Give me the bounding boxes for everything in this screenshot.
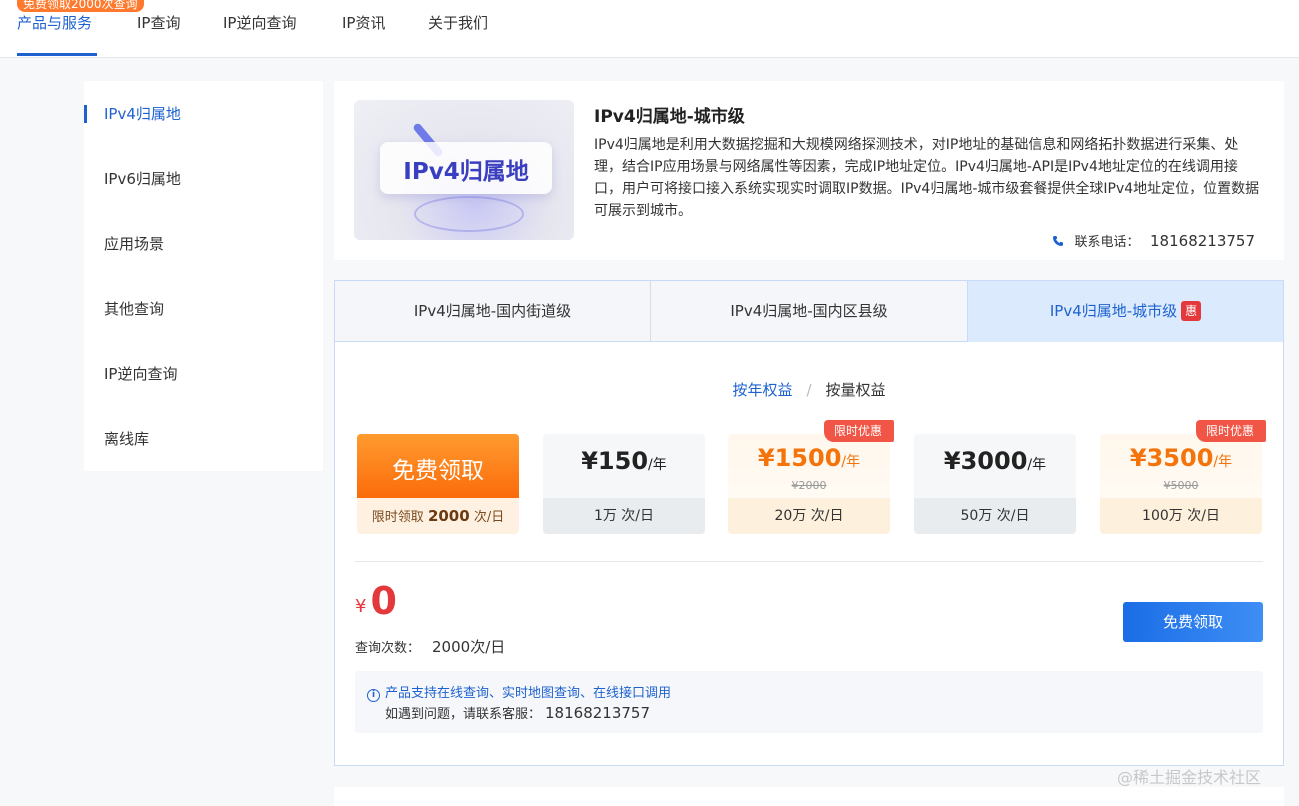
free-note-prefix: 限时领取 <box>371 510 424 525</box>
pricing-panel: IPv4归属地-国内街道级 IPv4归属地-国内区县级 IPv4归属地-城市级惠… <box>334 280 1284 766</box>
image-title: IPv4归属地 <box>403 159 529 185</box>
package-free[interactable]: 免费领取 限时领取 2000 次/日 <box>357 434 519 534</box>
tab-label: IPv4归属地-国内区县级 <box>730 302 888 320</box>
package-quota: 50万 次/日 <box>914 498 1076 534</box>
billing-by-quantity[interactable]: 按量权益 <box>826 381 886 399</box>
contact-phone: 联系电话： 18168213757 <box>1052 231 1255 250</box>
price-value: ¥3500 <box>1129 444 1214 472</box>
query-count-label: 查询次数： <box>355 641 421 656</box>
original-price: ¥2000 <box>791 479 827 492</box>
nav-ip-query[interactable]: IP查询 <box>137 12 180 33</box>
package-top: ¥3000/年 <box>914 434 1076 498</box>
sidebar-item-ipv6[interactable]: IPv6归属地 <box>104 168 181 189</box>
package-quota: 限时领取 2000 次/日 <box>357 498 519 534</box>
support-contact: 如遇到问题，请联系客服： 18168213757 <box>385 703 650 722</box>
nav-products[interactable]: 产品与服务 <box>17 12 92 33</box>
divider <box>355 561 1263 562</box>
price-unit: /年 <box>841 454 861 470</box>
package-top: ¥150/年 <box>543 434 705 498</box>
currency-symbol: ¥ <box>355 596 367 617</box>
package-price: ¥3500/年 <box>1100 444 1262 472</box>
product-card: IPv4归属地 IPv4归属地-城市级 IPv4归属地是利用大数据挖掘和大规模网… <box>334 81 1284 260</box>
package-top: 免费领取 <box>357 434 519 498</box>
product-tabs: IPv4归属地-国内街道级 IPv4归属地-国内区县级 IPv4归属地-城市级惠 <box>335 281 1283 342</box>
nav-active-underline <box>17 53 97 56</box>
phone-icon <box>1053 236 1064 246</box>
billing-by-year[interactable]: 按年权益 <box>732 381 792 399</box>
product-title: IPv4归属地-城市级 <box>594 107 745 127</box>
tab-county-level[interactable]: IPv4归属地-国内区县级 <box>651 281 968 342</box>
sidebar: IPv4归属地 IPv6归属地 应用场景 其他查询 IP逆向查询 离线库 <box>84 81 323 471</box>
limited-offer-ribbon: 限时优惠 <box>1195 420 1266 442</box>
contact-label: 联系电话： <box>1074 235 1140 250</box>
watermark: @稀土掘金技术社区 <box>1117 768 1262 787</box>
notice-text: 产品支持在线查询、实时地图查询、在线接口调用 <box>385 686 672 701</box>
package-top: ¥3500/年 ¥5000 <box>1100 434 1262 498</box>
contact-number: 18168213757 <box>1150 232 1255 250</box>
price-value: ¥150 <box>581 447 649 475</box>
nav-about-us[interactable]: 关于我们 <box>428 12 488 33</box>
package-top: ¥1500/年 ¥2000 <box>728 434 890 498</box>
tab-label: IPv4归属地-城市级 <box>1049 302 1178 320</box>
package-quota: 20万 次/日 <box>728 498 890 534</box>
price-unit: /年 <box>648 457 667 473</box>
free-note-suffix: 次/日 <box>473 510 505 525</box>
price-value: ¥1500 <box>757 444 842 472</box>
package-quota: 1万 次/日 <box>543 498 705 534</box>
discount-badge: 惠 <box>1181 301 1202 321</box>
sidebar-item-ipv4[interactable]: IPv4归属地 <box>104 103 181 124</box>
free-claim-button[interactable]: 免费领取 <box>1123 602 1263 642</box>
price-unit: /年 <box>1027 457 1047 473</box>
sidebar-item-other-query[interactable]: 其他查询 <box>104 298 164 319</box>
notice-box: i 产品支持在线查询、实时地图查询、在线接口调用 如遇到问题，请联系客服： 1816… <box>355 671 1263 733</box>
free-note-value: 2000 <box>427 507 470 525</box>
package-price: ¥150/年 <box>543 447 705 475</box>
price-value: ¥3000 <box>943 447 1028 475</box>
total-price: ¥0 <box>355 579 397 623</box>
promo-badge: 免费领取2000次查询 <box>17 0 144 12</box>
image-plate: IPv4归属地 <box>380 142 552 194</box>
package-free-title: 免费领取 <box>392 458 484 484</box>
nav-ip-reverse-query[interactable]: IP逆向查询 <box>223 12 296 33</box>
query-count-value: 2000次/日 <box>432 638 506 656</box>
sidebar-item-offline-db[interactable]: 离线库 <box>104 428 149 449</box>
sidebar-active-marker <box>84 105 87 123</box>
next-section-card <box>334 787 1284 806</box>
tab-street-level[interactable]: IPv4归属地-国内街道级 <box>335 281 651 342</box>
tab-city-level[interactable]: IPv4归属地-城市级惠 <box>968 281 1283 342</box>
package-quota: 100万 次/日 <box>1100 498 1262 534</box>
original-price: ¥5000 <box>1163 479 1199 492</box>
product-image: IPv4归属地 <box>354 100 574 240</box>
info-icon: i <box>367 689 380 702</box>
top-nav: 免费领取2000次查询 产品与服务 IP查询 IP逆向查询 IP资讯 关于我们 <box>0 0 1299 58</box>
sidebar-item-ip-reverse[interactable]: IP逆向查询 <box>104 363 177 384</box>
package-1500[interactable]: ¥1500/年 ¥2000 20万 次/日 限时优惠 <box>728 420 894 534</box>
package-150[interactable]: ¥150/年 1万 次/日 <box>543 434 705 534</box>
package-price: ¥3000/年 <box>914 447 1076 475</box>
total-amount: 0 <box>370 579 397 623</box>
sidebar-item-scenarios[interactable]: 应用场景 <box>104 233 164 254</box>
limited-offer-ribbon: 限时优惠 <box>823 420 894 442</box>
nav-ip-news[interactable]: IP资讯 <box>342 12 385 33</box>
billing-switch: 按年权益 / 按量权益 <box>335 379 1283 400</box>
notice-line: i 产品支持在线查询、实时地图查询、在线接口调用 <box>367 682 671 702</box>
tab-label: IPv4归属地-国内街道级 <box>413 302 572 320</box>
product-description: IPv4归属地是利用大数据挖掘和大规模网络探测技术，对IP地址的基础信息和网络拓… <box>594 137 1260 219</box>
package-3500[interactable]: ¥3500/年 ¥5000 100万 次/日 限时优惠 <box>1100 420 1266 534</box>
package-price: ¥1500/年 <box>728 444 890 472</box>
query-count: 查询次数： 2000次/日 <box>355 636 505 657</box>
package-3000[interactable]: ¥3000/年 50万 次/日 <box>914 434 1076 534</box>
image-ring <box>414 196 524 232</box>
support-phone: 18168213757 <box>545 704 650 722</box>
support-label: 如遇到问题，请联系客服： <box>385 707 542 722</box>
switch-separator: / <box>806 381 812 399</box>
price-unit: /年 <box>1213 454 1233 470</box>
